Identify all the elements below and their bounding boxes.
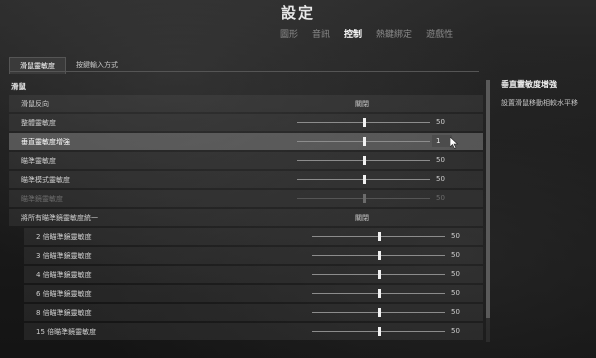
setting-label: 6 倍瞄準鏡靈敏度: [36, 290, 92, 298]
setting-row-scope-2x[interactable]: 2 倍瞄準鏡靈敏度 50: [24, 228, 483, 245]
setting-label: 滑鼠反向: [21, 100, 49, 108]
settings-list: 滑鼠反向 關閉 整體靈敏度 50 垂直靈敏度增強 1 瞄準靈敏度 50 瞄準模式靈敏度 50 瞄準鏡…: [9, 95, 483, 340]
slider-thumb[interactable]: [362, 156, 366, 165]
slider-value: 50: [451, 270, 460, 278]
setting-label: 3 倍瞄準鏡靈敏度: [36, 252, 92, 260]
slider-track[interactable]: [297, 118, 430, 127]
setting-row-scope-15x[interactable]: 15 倍瞄準鏡靈敏度 50: [24, 323, 483, 340]
setting-row-vertical-sensitivity-boost[interactable]: 垂直靈敏度增強 1: [9, 133, 483, 150]
scrollbar-thumb[interactable]: [486, 80, 490, 318]
slider-value: 50: [451, 289, 460, 297]
slider-thumb[interactable]: [377, 308, 381, 317]
setting-label: 4 倍瞄準鏡靈敏度: [36, 271, 92, 279]
setting-row-scope-8x[interactable]: 8 倍瞄準鏡靈敏度 50: [24, 304, 483, 321]
slider-track[interactable]: [312, 308, 445, 317]
setting-label: 整體靈敏度: [21, 119, 56, 127]
value-input-text: 1: [436, 137, 441, 145]
slider-value: 50: [436, 194, 445, 202]
slider-value: 50: [436, 118, 445, 126]
slider-value: 50: [451, 251, 460, 259]
setting-row-aim-sensitivity[interactable]: 瞄準靈敏度 50: [9, 152, 483, 169]
tab-keybindings[interactable]: 熱鍵綁定: [376, 27, 412, 40]
tab-audio[interactable]: 音訊: [312, 27, 330, 40]
toggle-value[interactable]: 關閉: [355, 99, 369, 109]
setting-label: 8 倍瞄準鏡靈敏度: [36, 309, 92, 317]
description-title: 垂直靈敏度增強: [501, 80, 557, 89]
slider-track[interactable]: [297, 137, 430, 146]
slider-track[interactable]: [312, 251, 445, 260]
setting-row-unify-scope-sensitivity[interactable]: 將所有瞄準鏡靈敏度統一 關閉: [9, 209, 483, 226]
slider-thumb[interactable]: [377, 327, 381, 336]
toggle-value[interactable]: 關閉: [355, 213, 369, 223]
slider-thumb[interactable]: [362, 175, 366, 184]
setting-label: 將所有瞄準鏡靈敏度統一: [21, 214, 98, 222]
setting-row-overall-sensitivity[interactable]: 整體靈敏度 50: [9, 114, 483, 131]
section-title-mouse: 滑鼠: [11, 82, 26, 91]
setting-label: 瞄準鏡靈敏度: [21, 195, 63, 203]
tab-gameplay[interactable]: 遊戲性: [426, 27, 453, 40]
setting-row-aim-mode-sensitivity[interactable]: 瞄準模式靈敏度 50: [9, 171, 483, 188]
setting-label: 瞄準模式靈敏度: [21, 176, 70, 184]
slider-track[interactable]: [312, 327, 445, 336]
setting-row-scope-6x[interactable]: 6 倍瞄準鏡靈敏度 50: [24, 285, 483, 302]
value-input[interactable]: 1: [432, 135, 452, 147]
setting-row-scope-sensitivity[interactable]: 瞄準鏡靈敏度 50: [9, 190, 483, 207]
slider-thumb[interactable]: [377, 251, 381, 260]
slider-thumb[interactable]: [377, 270, 381, 279]
description-text: 設置滑鼠移動相較水平移: [501, 99, 578, 107]
slider-thumb[interactable]: [377, 289, 381, 298]
mouse-cursor-icon: [450, 137, 459, 149]
slider-value: 50: [451, 232, 460, 240]
slider-track[interactable]: [312, 270, 445, 279]
slider-track[interactable]: [312, 289, 445, 298]
slider-thumb[interactable]: [377, 232, 381, 241]
setting-row-mouse-invert[interactable]: 滑鼠反向 關閉: [9, 95, 483, 112]
slider-value: 50: [451, 308, 460, 316]
setting-label: 垂直靈敏度增強: [21, 138, 70, 146]
main-tabs: 圖形 音訊 控制 熱鍵綁定 遊戲性: [280, 27, 453, 40]
slider-value: 50: [436, 175, 445, 183]
slider-track[interactable]: [297, 156, 430, 165]
slider-thumb[interactable]: [362, 118, 366, 127]
slider-thumb[interactable]: [362, 194, 366, 203]
tab-graphics[interactable]: 圖形: [280, 27, 298, 40]
setting-label: 15 倍瞄準鏡靈敏度: [36, 328, 97, 336]
slider-value: 50: [451, 327, 460, 335]
slider-thumb[interactable]: [362, 137, 366, 146]
page-title: 設定: [280, 4, 315, 22]
scrollbar[interactable]: [486, 80, 490, 342]
settings-panel: 滑鼠 滑鼠反向 關閉 整體靈敏度 50 垂直靈敏度增強 1 瞄準靈敏度 50 瞄準模式靈敏度 50…: [9, 79, 483, 347]
setting-row-scope-4x[interactable]: 4 倍瞄準鏡靈敏度 50: [24, 266, 483, 283]
setting-row-scope-3x[interactable]: 3 倍瞄準鏡靈敏度 50: [24, 247, 483, 264]
tab-controls[interactable]: 控制: [344, 27, 362, 40]
setting-label: 2 倍瞄準鏡靈敏度: [36, 233, 92, 241]
setting-label: 瞄準靈敏度: [21, 157, 56, 165]
slider-track[interactable]: [297, 194, 430, 203]
slider-track[interactable]: [312, 232, 445, 241]
slider-value: 50: [436, 156, 445, 164]
divider: [9, 71, 479, 72]
slider-track[interactable]: [297, 175, 430, 184]
